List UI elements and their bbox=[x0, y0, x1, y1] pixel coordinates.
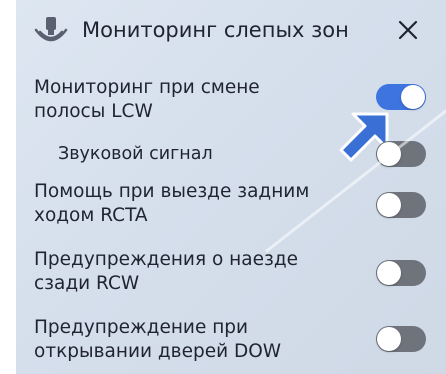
toggle-knob bbox=[401, 85, 425, 109]
panel-header: Мониторинг слепых зон bbox=[16, 0, 446, 64]
setting-rcta-label-line-1: Помощь при выезде задним bbox=[34, 181, 310, 202]
setting-rcw-label: Предупреждения о наезде сзади RCW bbox=[34, 248, 298, 296]
setting-rcta-label-line-2: ходом RCTA bbox=[34, 205, 148, 226]
rcw-toggle[interactable] bbox=[376, 260, 426, 286]
settings-panel: Мониторинг слепых зон Мониторинг при сме… bbox=[16, 0, 446, 374]
setting-dow-label-line-2: открывании дверей DOW bbox=[34, 341, 282, 362]
setting-dow-label-line-1: Предупреждение при bbox=[34, 317, 249, 338]
sound-toggle[interactable] bbox=[376, 141, 426, 167]
setting-sound-label: Звуковой сигнал bbox=[58, 142, 213, 166]
setting-lcw-label-line-2: полосы LCW bbox=[34, 101, 153, 122]
setting-rcta-label: Помощь при выезде задним ходом RCTA bbox=[34, 180, 309, 228]
setting-rcta: Помощь при выезде задним ходом RCTA bbox=[16, 180, 446, 234]
setting-rcw: Предупреждения о наезде сзади RCW bbox=[16, 248, 446, 302]
toggle-knob bbox=[377, 142, 401, 166]
setting-rcw-label-line-1: Предупреждения о наезде bbox=[34, 249, 298, 270]
setting-rcw-label-line-2: сзади RCW bbox=[34, 273, 140, 294]
setting-sound: Звуковой сигнал bbox=[16, 140, 446, 167]
toggle-knob bbox=[377, 193, 401, 217]
rcta-toggle[interactable] bbox=[376, 192, 426, 218]
setting-sound-label-line-1: Звуковой сигнал bbox=[58, 144, 213, 164]
setting-dow-label: Предупреждение при открывании дверей DOW bbox=[34, 316, 281, 364]
page-title: Мониторинг слепых зон bbox=[82, 18, 349, 42]
setting-lcw-label-line-1: Мониторинг при смене bbox=[34, 77, 260, 98]
toggle-knob bbox=[377, 261, 401, 285]
blind-spot-sensor-icon bbox=[34, 17, 68, 42]
setting-dow: Предупреждение при открывании дверей DOW bbox=[16, 316, 446, 370]
setting-lcw-label: Мониторинг при смене полосы LCW bbox=[34, 76, 260, 124]
toggle-knob bbox=[377, 327, 401, 351]
close-icon[interactable] bbox=[392, 14, 424, 46]
dow-toggle[interactable] bbox=[376, 326, 426, 352]
